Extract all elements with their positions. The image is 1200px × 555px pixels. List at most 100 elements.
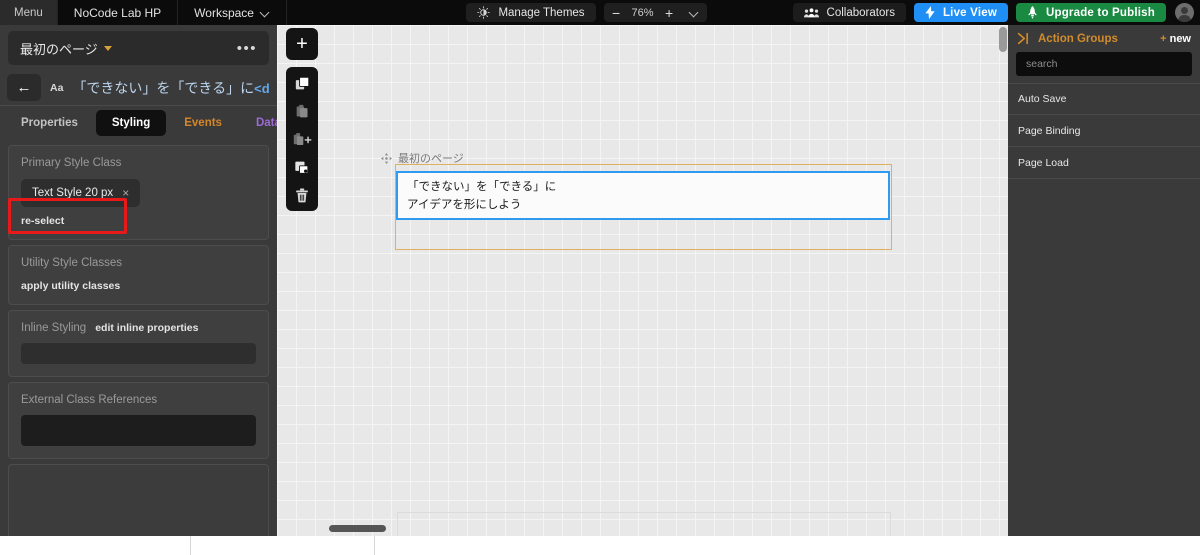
zoom-out-label: −: [611, 4, 621, 21]
canvas-horizontal-scrollbar[interactable]: [329, 525, 386, 532]
apply-utility-classes-link[interactable]: apply utility classes: [21, 280, 256, 292]
canvas-tool-stack: [286, 67, 318, 211]
canvas-vertical-scrollbar[interactable]: [999, 27, 1007, 52]
edit-inline-properties-link[interactable]: edit inline properties: [95, 322, 198, 334]
action-group-label: Page Binding: [1018, 124, 1081, 137]
copy-icon: [295, 76, 309, 89]
action-groups-search-input[interactable]: search: [1016, 52, 1192, 76]
paste-plus-icon: [293, 132, 311, 145]
action-group-label: Auto Save: [1018, 93, 1067, 105]
element-tag-text: <div>: [254, 80, 270, 96]
page-selector-bar[interactable]: 最初のページ •••: [8, 31, 269, 65]
page-selector[interactable]: 最初のページ: [20, 39, 112, 58]
project-name-label: NoCode Lab HP: [73, 5, 162, 20]
manage-themes-button[interactable]: Manage Themes: [466, 3, 596, 22]
search-placeholder-text: search: [1026, 58, 1058, 70]
zoom-presets-button[interactable]: [682, 3, 707, 22]
action-groups-panel: Action Groups + new search Auto Save Pag…: [1008, 25, 1200, 536]
inspector-tabs: Properties Styling Events Data: [0, 106, 281, 140]
rocket-icon: [1028, 6, 1037, 19]
inline-styling-section: Inline Styling edit inline properties: [8, 310, 269, 377]
new-action-group-button[interactable]: + new: [1160, 33, 1191, 45]
text-line-1: 「できない」を「できる」に: [407, 181, 557, 193]
action-groups-header: Action Groups + new: [1008, 25, 1200, 52]
text-line-2: アイデアを形にしよう: [407, 198, 522, 211]
plus-icon: +: [296, 32, 308, 55]
strip-divider: [190, 536, 191, 555]
utility-style-classes-section: Utility Style Classes apply utility clas…: [8, 245, 269, 305]
zoom-value: 76%: [631, 6, 654, 19]
new-label: new: [1169, 32, 1191, 45]
tab-properties[interactable]: Properties: [5, 110, 94, 136]
zoom-control: − 76% +: [603, 3, 707, 22]
menu-button-label: Menu: [14, 6, 43, 19]
action-group-label: Page Load: [1018, 156, 1069, 169]
canvas-lower-container[interactable]: [397, 512, 891, 536]
utility-style-classes-label: Utility Style Classes: [21, 257, 122, 269]
workspace-selector[interactable]: Workspace: [178, 0, 287, 25]
duplicate-icon: [295, 161, 309, 174]
inline-styling-label: Inline Styling: [21, 322, 87, 334]
external-class-references-section: External Class References: [8, 382, 269, 459]
selected-element-name[interactable]: 「できない」を「できる」に<div>: [72, 78, 270, 98]
duplicate-button[interactable]: [286, 157, 318, 177]
paste-button[interactable]: [286, 101, 318, 121]
app-root: Menu NoCode Lab HP Workspace Manage Them…: [0, 0, 1200, 555]
plus-icon: +: [1160, 32, 1167, 45]
primary-style-class-chip-row: Text Style 20 px ×: [21, 179, 256, 207]
inline-styling-input[interactable]: [21, 343, 256, 364]
zoom-in-button[interactable]: +: [657, 3, 682, 22]
copy-button[interactable]: [286, 73, 318, 93]
bottom-status-strip: [0, 536, 1200, 555]
inline-styling-header: Inline Styling edit inline properties: [21, 322, 256, 334]
chevron-down-icon: [690, 8, 699, 17]
selected-text-element[interactable]: 「できない」を「できる」に アイデアを形にしよう: [396, 171, 890, 220]
tab-styling[interactable]: Styling: [95, 110, 167, 136]
upgrade-to-publish-button[interactable]: Upgrade to Publish: [1015, 3, 1166, 22]
action-groups-title: Action Groups: [1038, 32, 1118, 45]
style-class-chip[interactable]: Text Style 20 px ×: [21, 179, 141, 207]
delete-button[interactable]: [286, 185, 318, 205]
manage-themes-label: Manage Themes: [498, 6, 585, 19]
design-canvas[interactable]: + 最初のページ 「できない」を「できる」に アイデアを形にしよう: [277, 25, 1008, 536]
paste-add-button[interactable]: [286, 129, 318, 149]
text-element-icon: Aa: [50, 81, 64, 94]
action-group-item-auto-save[interactable]: Auto Save: [1008, 83, 1200, 115]
collaborators-label: Collaborators: [826, 6, 895, 19]
external-class-references-label: External Class References: [21, 394, 158, 406]
user-avatar[interactable]: [1175, 3, 1194, 22]
upgrade-to-publish-label: Upgrade to Publish: [1045, 6, 1155, 19]
page-more-options-button[interactable]: •••: [237, 41, 257, 56]
element-breadcrumb: ← Aa 「できない」を「できる」に<div>: [0, 70, 277, 106]
back-arrow-icon: ←: [16, 79, 32, 96]
element-name-text: 「できない」を「できる」に: [72, 79, 255, 96]
page-name-label: 最初のページ: [20, 41, 98, 57]
top-bar: Menu NoCode Lab HP Workspace Manage Them…: [0, 0, 1200, 25]
back-button[interactable]: ←: [7, 74, 41, 101]
action-group-item-page-binding[interactable]: Page Binding: [1008, 115, 1200, 147]
primary-style-class-section: Primary Style Class Text Style 20 px × r…: [8, 145, 269, 240]
chevron-down-icon: [261, 8, 270, 17]
strip-divider: [374, 536, 375, 555]
menu-button[interactable]: Menu: [0, 0, 57, 25]
workspace-label: Workspace: [194, 5, 254, 20]
external-class-references-input[interactable]: [21, 415, 256, 446]
live-view-label: Live View: [942, 6, 997, 19]
tab-events[interactable]: Events: [168, 110, 238, 136]
collaborators-button[interactable]: Collaborators: [792, 3, 906, 22]
trash-icon: [296, 188, 308, 202]
action-group-item-page-load[interactable]: Page Load: [1008, 147, 1200, 179]
canvas-toolbar: +: [286, 28, 318, 211]
add-element-button[interactable]: +: [286, 28, 318, 60]
close-icon[interactable]: ×: [122, 186, 129, 200]
project-name-button[interactable]: NoCode Lab HP: [56, 0, 179, 25]
live-view-button[interactable]: Live View: [913, 3, 1008, 22]
zoom-out-button[interactable]: −: [604, 3, 629, 22]
move-handle-icon: [381, 152, 392, 164]
theme-contrast-icon: [477, 6, 491, 19]
zoom-in-label: +: [664, 4, 674, 21]
primary-style-class-label: Primary Style Class: [21, 157, 122, 169]
re-select-link[interactable]: re-select: [21, 215, 256, 227]
caret-down-icon: [103, 45, 112, 51]
paste-icon: [296, 104, 307, 117]
